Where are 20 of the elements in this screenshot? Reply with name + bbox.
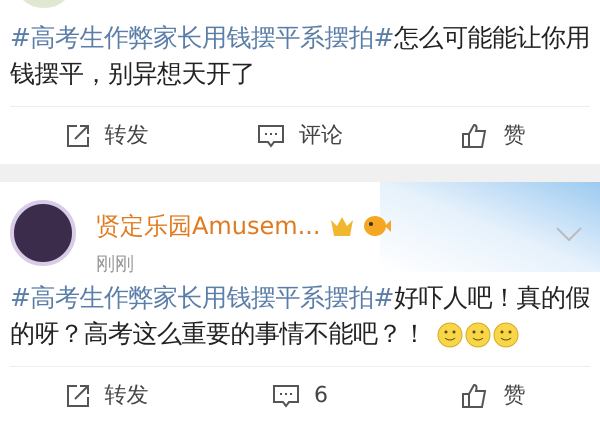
comment-icon: [256, 122, 285, 148]
like-button[interactable]: 赞: [396, 379, 590, 412]
comment-icon: [272, 382, 300, 408]
share-icon: [64, 382, 91, 408]
smiley-emoji-icon: [464, 322, 490, 348]
comment-button[interactable]: 6: [203, 379, 397, 412]
repost-button[interactable]: 转发: [10, 379, 204, 412]
repost-button[interactable]: 转发: [10, 119, 204, 152]
comment-button[interactable]: 评论: [203, 119, 397, 152]
chevron-down-icon[interactable]: [556, 227, 582, 241]
smiley-emoji-icon: [436, 322, 462, 348]
hashtag-link[interactable]: #高考生作弊家长用钱摆平系摆拍#: [10, 283, 394, 312]
fish-badge-icon: [362, 214, 391, 238]
post-text: #高考生作弊家长用钱摆平系摆拍#怎么可能能让你用钱摆平，别异想天开了: [10, 22, 591, 90]
hashtag-link[interactable]: #高考生作弊家长用钱摆平系摆拍#: [10, 23, 394, 52]
post-time: 刚刚: [96, 252, 135, 277]
like-button[interactable]: 赞: [396, 119, 590, 152]
share-icon: [64, 122, 91, 148]
post-text: #高考生作弊家长用钱摆平系摆拍#好吓人吧！真的假的呀？高考这么重要的事情不能吧？！: [10, 282, 591, 350]
smiley-emoji-icon: [492, 322, 518, 348]
